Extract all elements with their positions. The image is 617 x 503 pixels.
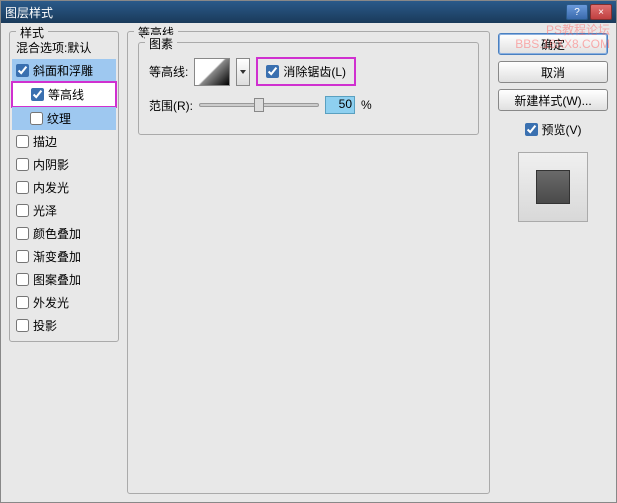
contour-row: 等高线: 消除锯齿(L) — [149, 57, 468, 86]
style-check-innerglow[interactable] — [16, 181, 29, 194]
styles-list: 混合选项:默认 斜面和浮雕 等高线 纹理 描边 — [12, 36, 116, 337]
style-label-coloroverlay: 颜色叠加 — [33, 225, 81, 242]
preview-swatch-container — [518, 152, 588, 222]
preview-label: 预览(V) — [542, 121, 582, 138]
contour-label: 等高线: — [149, 63, 188, 80]
blend-options-label: 混合选项:默认 — [16, 39, 91, 56]
style-check-gradientoverlay[interactable] — [16, 250, 29, 263]
style-label-outerglow: 外发光 — [33, 294, 69, 311]
style-item-bevel[interactable]: 斜面和浮雕 — [12, 59, 116, 82]
style-label-satin: 光泽 — [33, 202, 57, 219]
style-check-satin[interactable] — [16, 204, 29, 217]
style-item-patternoverlay[interactable]: 图案叠加 — [12, 268, 116, 291]
style-item-outerglow[interactable]: 外发光 — [12, 291, 116, 314]
style-item-satin[interactable]: 光泽 — [12, 199, 116, 222]
preview-check-row: 预览(V) — [498, 121, 608, 138]
preview-swatch — [536, 170, 570, 204]
style-item-coloroverlay[interactable]: 颜色叠加 — [12, 222, 116, 245]
window-controls: ? × — [566, 4, 612, 20]
help-button[interactable]: ? — [566, 4, 588, 20]
style-check-stroke[interactable] — [16, 135, 29, 148]
style-item-dropshadow[interactable]: 投影 — [12, 314, 116, 337]
close-button[interactable]: × — [590, 4, 612, 20]
styles-panel: 样式 混合选项:默认 斜面和浮雕 等高线 纹理 — [9, 31, 119, 494]
range-slider[interactable] — [199, 103, 319, 107]
style-item-gradientoverlay[interactable]: 渐变叠加 — [12, 245, 116, 268]
contour-fieldset: 等高线 图素 等高线: 消除锯齿(L) 范围(R): — [127, 31, 490, 494]
range-unit: % — [361, 98, 372, 112]
style-check-texture[interactable] — [30, 112, 43, 125]
style-label-bevel: 斜面和浮雕 — [33, 62, 93, 79]
contour-picker[interactable] — [194, 58, 230, 86]
elements-fieldset: 图素 等高线: 消除锯齿(L) 范围(R): 50 % — [138, 42, 479, 135]
antialiased-label: 消除锯齿(L) — [283, 63, 346, 80]
settings-panel: 等高线 图素 等高线: 消除锯齿(L) 范围(R): — [127, 31, 490, 494]
style-check-patternoverlay[interactable] — [16, 273, 29, 286]
style-label-contour: 等高线 — [48, 86, 84, 103]
style-label-texture: 纹理 — [47, 110, 71, 127]
style-label-patternoverlay: 图案叠加 — [33, 271, 81, 288]
style-check-dropshadow[interactable] — [16, 319, 29, 332]
style-check-contour[interactable] — [31, 88, 44, 101]
style-item-texture[interactable]: 纹理 — [12, 107, 116, 130]
style-check-bevel[interactable] — [16, 64, 29, 77]
style-check-outerglow[interactable] — [16, 296, 29, 309]
style-item-contour[interactable]: 等高线 — [11, 81, 117, 108]
style-check-innershadow[interactable] — [16, 158, 29, 171]
style-item-stroke[interactable]: 描边 — [12, 130, 116, 153]
style-label-dropshadow: 投影 — [33, 317, 57, 334]
window-title: 图层样式 — [5, 4, 53, 21]
range-thumb[interactable] — [254, 98, 264, 112]
elements-legend: 图素 — [145, 35, 177, 52]
styles-legend: 样式 — [16, 24, 48, 41]
antialiased-container: 消除锯齿(L) — [256, 57, 356, 86]
styles-fieldset: 样式 混合选项:默认 斜面和浮雕 等高线 纹理 — [9, 31, 119, 342]
style-label-innershadow: 内阴影 — [33, 156, 69, 173]
watermark: PS教程论坛 BBS.16XX8.COM — [515, 23, 610, 52]
style-item-innershadow[interactable]: 内阴影 — [12, 153, 116, 176]
style-label-innerglow: 内发光 — [33, 179, 69, 196]
cancel-button[interactable]: 取消 — [498, 61, 608, 83]
range-row: 范围(R): 50 % — [149, 96, 468, 114]
preview-check[interactable] — [525, 123, 538, 136]
range-label: 范围(R): — [149, 97, 193, 114]
new-style-button[interactable]: 新建样式(W)... — [498, 89, 608, 111]
contour-dropdown[interactable] — [236, 58, 250, 86]
title-bar: 图层样式 ? × — [1, 1, 616, 23]
style-label-stroke: 描边 — [33, 133, 57, 150]
style-item-innerglow[interactable]: 内发光 — [12, 176, 116, 199]
watermark-line2: BBS.16XX8.COM — [515, 37, 610, 51]
dialog-content: 样式 混合选项:默认 斜面和浮雕 等高线 纹理 — [1, 23, 616, 502]
antialiased-check[interactable] — [266, 65, 279, 78]
range-value[interactable]: 50 — [325, 96, 355, 114]
action-panel: 确定 取消 新建样式(W)... 预览(V) — [498, 31, 608, 494]
watermark-line1: PS教程论坛 — [515, 23, 610, 37]
style-check-coloroverlay[interactable] — [16, 227, 29, 240]
style-label-gradientoverlay: 渐变叠加 — [33, 248, 81, 265]
